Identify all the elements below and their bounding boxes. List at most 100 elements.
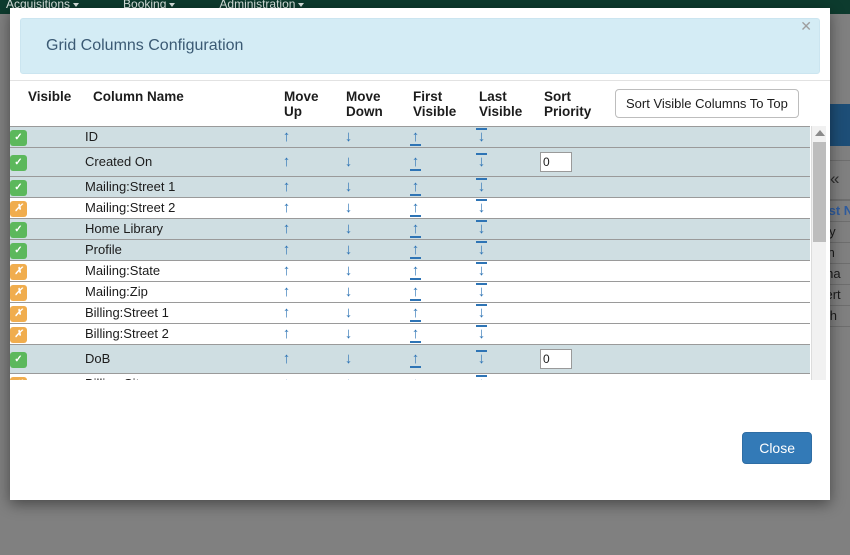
sort-visible-columns-to-top-button[interactable]: Sort Visible Columns To Top bbox=[615, 89, 799, 118]
table-row: ✓ Mailing:Street 1 ↑ ↓ ↑ ↓ bbox=[10, 176, 810, 198]
move-down-button[interactable]: ↓ bbox=[342, 351, 355, 366]
first-visible-button[interactable]: ↑ bbox=[409, 200, 422, 217]
move-up-button[interactable]: ↑ bbox=[280, 326, 293, 341]
check-icon[interactable]: ✓ bbox=[10, 242, 27, 259]
cross-icon[interactable]: ✗ bbox=[10, 263, 27, 280]
move-down-button[interactable]: ↓ bbox=[342, 305, 355, 320]
cell-last-visible-button: ↓ bbox=[475, 147, 540, 177]
cell-first-visible-button: ↑ bbox=[409, 281, 475, 303]
cell-first-visible-button: ↑ bbox=[409, 260, 475, 282]
cell-spacer bbox=[615, 126, 810, 148]
check-icon[interactable]: ✓ bbox=[10, 351, 27, 368]
cell-move-up-button: ↑ bbox=[280, 281, 342, 303]
cross-icon[interactable]: ✗ bbox=[10, 326, 27, 343]
columns-configuration-table: Visible Column Name Move Up Move Down Fi… bbox=[10, 81, 810, 424]
cell-column-name: Mailing:Street 1 bbox=[85, 176, 280, 198]
cell-move-up-button: ↑ bbox=[280, 126, 342, 148]
sort-priority-input[interactable] bbox=[540, 151, 572, 172]
check-icon[interactable]: ✓ bbox=[10, 154, 27, 171]
cell-sort-priority bbox=[540, 239, 615, 261]
table-row: ✓ ID ↑ ↓ ↑ ↓ bbox=[10, 126, 810, 148]
last-visible-button[interactable]: ↓ bbox=[475, 128, 488, 144]
last-visible-button[interactable]: ↓ bbox=[475, 220, 488, 236]
caret-down-icon bbox=[298, 3, 305, 7]
move-up-button[interactable]: ↑ bbox=[280, 351, 293, 366]
cell-first-visible-button: ↑ bbox=[409, 197, 475, 219]
sort-priority-input[interactable] bbox=[540, 348, 572, 369]
table-row: ✗ Mailing:State ↑ ↓ ↑ ↓ bbox=[10, 260, 810, 282]
move-up-button[interactable]: ↑ bbox=[280, 305, 293, 320]
first-visible-button[interactable]: ↑ bbox=[409, 221, 422, 238]
move-up-button[interactable]: ↑ bbox=[280, 242, 293, 257]
cell-first-visible-button: ↑ bbox=[409, 302, 475, 324]
vertical-scrollbar-thumb[interactable] bbox=[813, 142, 826, 242]
cell-move-up-button: ↑ bbox=[280, 302, 342, 324]
cell-move-down-button: ↓ bbox=[342, 176, 409, 198]
move-down-button[interactable]: ↓ bbox=[342, 242, 355, 257]
cell-move-up-button: ↑ bbox=[280, 147, 342, 177]
header-label: Visible bbox=[28, 89, 72, 104]
cell-last-visible-button: ↓ bbox=[475, 323, 540, 345]
last-visible-button[interactable]: ↓ bbox=[475, 262, 488, 278]
move-down-button[interactable]: ↓ bbox=[342, 284, 355, 299]
first-visible-button[interactable]: ↑ bbox=[409, 129, 422, 146]
move-down-button[interactable]: ↓ bbox=[342, 221, 355, 236]
cross-icon[interactable]: ✗ bbox=[10, 200, 27, 217]
last-visible-button[interactable]: ↓ bbox=[475, 241, 488, 257]
last-visible-button[interactable]: ↓ bbox=[475, 283, 488, 299]
close-button[interactable]: Close bbox=[742, 432, 812, 464]
cell-visible: ✓ bbox=[10, 126, 85, 148]
last-visible-button[interactable]: ↓ bbox=[475, 350, 488, 366]
cell-sort-priority bbox=[540, 302, 615, 324]
cell-column-name: Mailing:State bbox=[85, 260, 280, 282]
move-down-button[interactable]: ↓ bbox=[342, 263, 355, 278]
first-visible-button[interactable]: ↑ bbox=[409, 179, 422, 196]
check-icon[interactable]: ✓ bbox=[10, 221, 27, 238]
move-up-button[interactable]: ↑ bbox=[280, 179, 293, 194]
column-header-move-down: Move Down bbox=[342, 81, 409, 127]
header-label: Move bbox=[284, 89, 319, 104]
cell-spacer bbox=[615, 302, 810, 324]
last-visible-button[interactable]: ↓ bbox=[475, 199, 488, 215]
first-visible-button[interactable]: ↑ bbox=[409, 305, 422, 322]
cell-column-name: DoB bbox=[85, 344, 280, 374]
cross-icon[interactable]: ✗ bbox=[10, 305, 27, 322]
move-down-button[interactable]: ↓ bbox=[342, 179, 355, 194]
cell-first-visible-button: ↑ bbox=[409, 218, 475, 240]
cell-move-down-button: ↓ bbox=[342, 344, 409, 374]
check-icon[interactable]: ✓ bbox=[10, 179, 27, 196]
table-row: ✗ Billing:Street 2 ↑ ↓ ↑ ↓ bbox=[10, 323, 810, 345]
rewind-double-left-icon[interactable]: « bbox=[830, 170, 839, 187]
last-visible-button[interactable]: ↓ bbox=[475, 325, 488, 341]
move-up-button[interactable]: ↑ bbox=[280, 154, 293, 169]
first-visible-button[interactable]: ↑ bbox=[409, 242, 422, 259]
cell-spacer bbox=[615, 323, 810, 345]
last-visible-button[interactable]: ↓ bbox=[475, 153, 488, 169]
first-visible-button[interactable]: ↑ bbox=[409, 284, 422, 301]
move-down-button[interactable]: ↓ bbox=[342, 129, 355, 144]
cell-last-visible-button: ↓ bbox=[475, 302, 540, 324]
first-visible-button[interactable]: ↑ bbox=[409, 351, 422, 368]
move-up-button[interactable]: ↑ bbox=[280, 200, 293, 215]
first-visible-button[interactable]: ↑ bbox=[409, 326, 422, 343]
last-visible-button[interactable]: ↓ bbox=[475, 178, 488, 194]
dialog-footer: Close bbox=[10, 380, 830, 500]
cross-icon[interactable]: ✗ bbox=[10, 284, 27, 301]
cell-last-visible-button: ↓ bbox=[475, 197, 540, 219]
first-visible-button[interactable]: ↑ bbox=[409, 154, 422, 171]
check-icon[interactable]: ✓ bbox=[10, 129, 27, 146]
cell-last-visible-button: ↓ bbox=[475, 239, 540, 261]
move-down-button[interactable]: ↓ bbox=[342, 200, 355, 215]
move-up-button[interactable]: ↑ bbox=[280, 129, 293, 144]
last-visible-button[interactable]: ↓ bbox=[475, 304, 488, 320]
move-down-button[interactable]: ↓ bbox=[342, 154, 355, 169]
move-down-button[interactable]: ↓ bbox=[342, 326, 355, 341]
close-x-icon[interactable]: ✕ bbox=[800, 19, 812, 33]
move-up-button[interactable]: ↑ bbox=[280, 221, 293, 236]
scroll-up-button[interactable] bbox=[812, 126, 827, 140]
cell-sort-priority bbox=[540, 126, 615, 148]
move-up-button[interactable]: ↑ bbox=[280, 284, 293, 299]
first-visible-button[interactable]: ↑ bbox=[409, 263, 422, 280]
move-up-button[interactable]: ↑ bbox=[280, 263, 293, 278]
cell-visible: ✓ bbox=[10, 176, 85, 198]
